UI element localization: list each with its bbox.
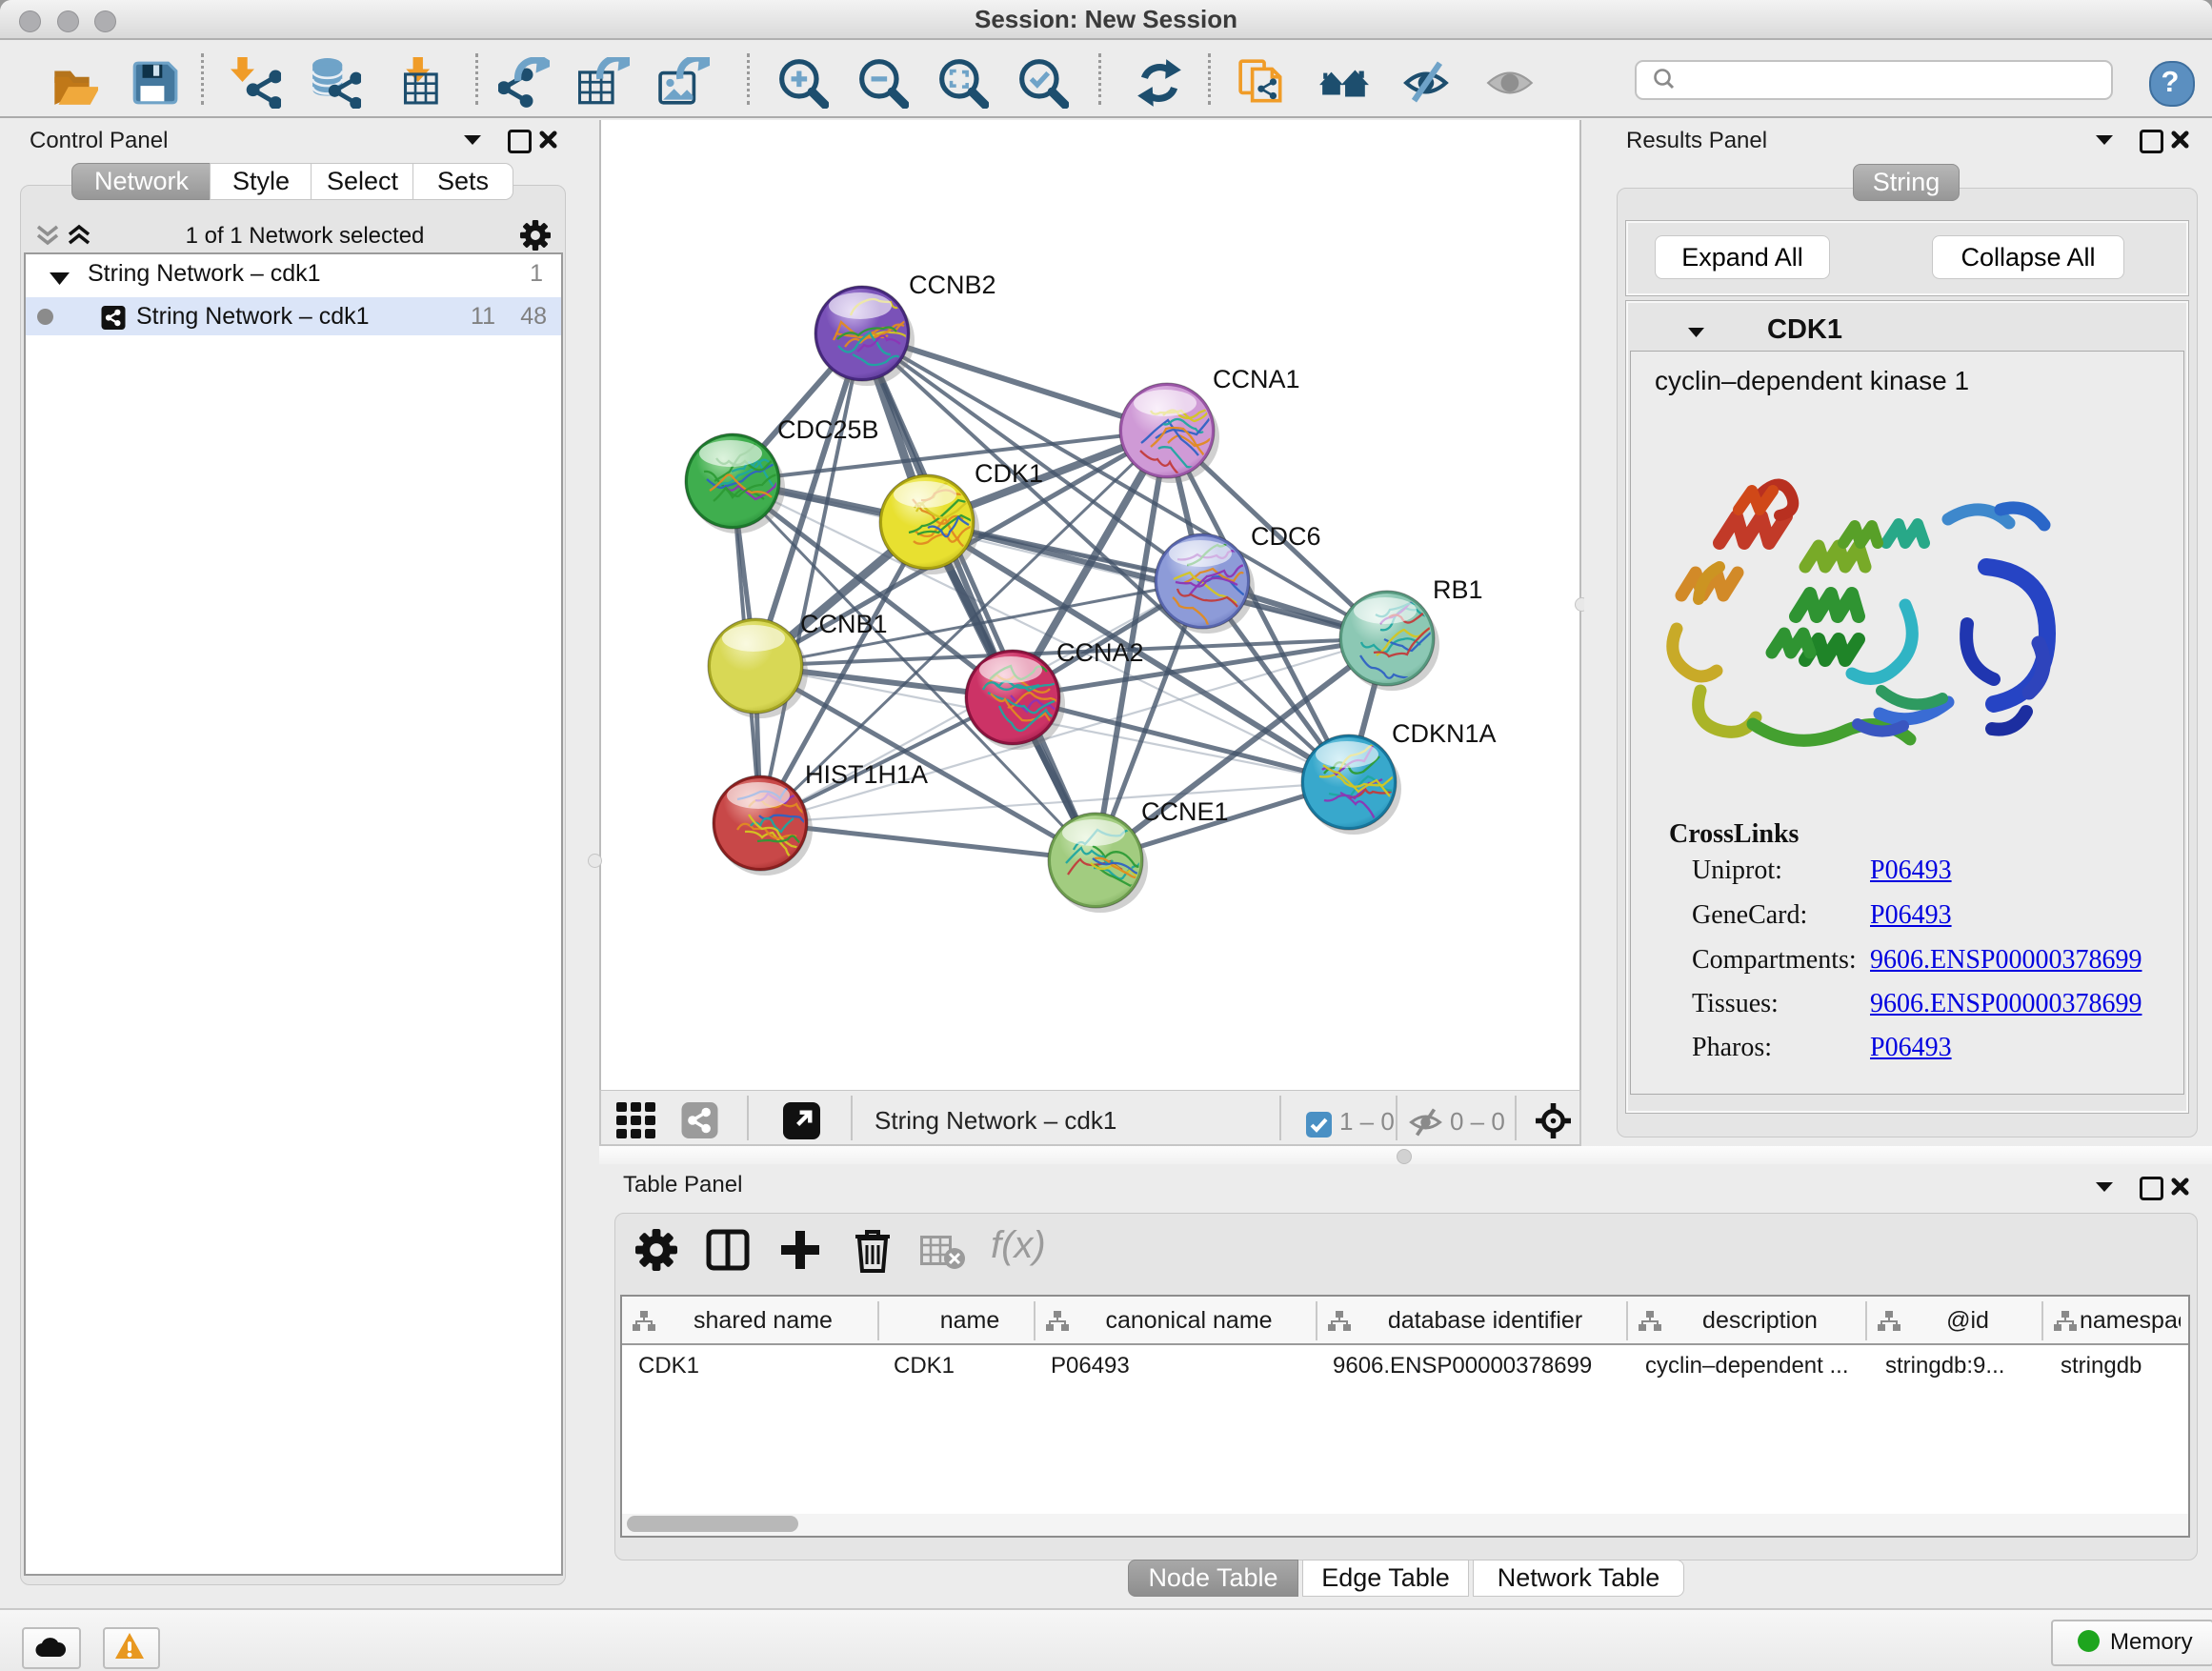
svg-text:CDK1: CDK1 [975, 459, 1043, 488]
svg-text:CCNA2: CCNA2 [1056, 638, 1144, 667]
svg-text:HIST1H1A: HIST1H1A [805, 760, 928, 789]
svg-text:CCNB1: CCNB1 [800, 610, 888, 638]
svg-text:CCNA1: CCNA1 [1213, 365, 1300, 393]
svg-text:CDC25B: CDC25B [777, 415, 879, 444]
svg-text:CDKN1A: CDKN1A [1392, 719, 1497, 748]
svg-text:CDC6: CDC6 [1251, 522, 1321, 551]
svg-text:CCNB2: CCNB2 [909, 271, 996, 299]
svg-text:RB1: RB1 [1433, 575, 1483, 604]
svg-text:CCNE1: CCNE1 [1141, 797, 1229, 826]
